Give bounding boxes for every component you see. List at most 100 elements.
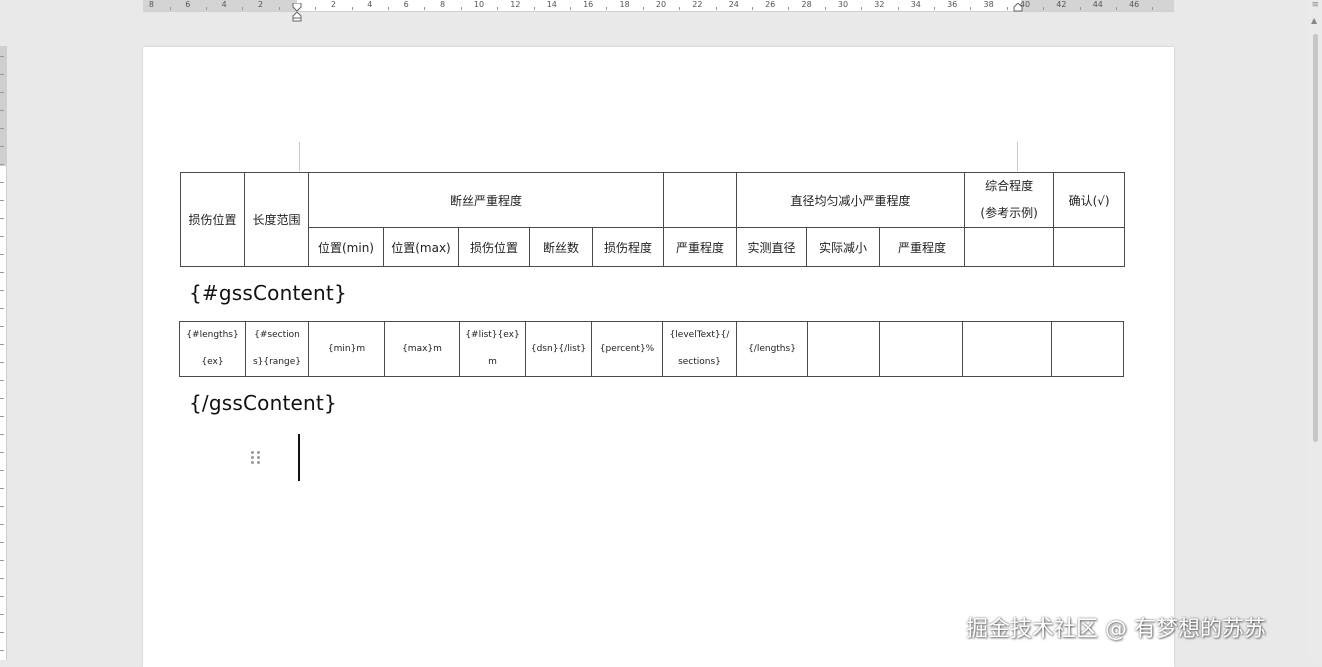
scroll-up-arrow-icon[interactable]: ▲	[1311, 16, 1317, 25]
header-length-range[interactable]: 长度范围	[244, 172, 309, 267]
header-sub-position-min[interactable]: 位置(min)	[308, 227, 384, 267]
header-sub-empty-1[interactable]	[964, 227, 1055, 267]
loop-close-tag[interactable]: {/gssContent}	[189, 391, 337, 415]
ruler-label: 20	[655, 0, 667, 9]
ruler-label: 18	[619, 0, 630, 9]
header-broken-wire-severity[interactable]: 断丝严重程度	[307, 172, 665, 228]
header-sub-position-max[interactable]: 位置(max)	[383, 227, 459, 267]
header-sub-actual-reduction[interactable]: 实际减小	[806, 227, 881, 267]
ruler-tick	[0, 344, 4, 345]
header-empty-cell[interactable]	[663, 172, 738, 228]
scroll-thumb[interactable]	[1313, 34, 1318, 442]
drag-handle-icon[interactable]	[250, 450, 262, 466]
ruler-label: 22	[692, 0, 703, 9]
data-cell-level-text[interactable]: {levelText}{/ sections}	[662, 321, 737, 377]
header-sub-severity[interactable]: 严重程度	[663, 227, 738, 267]
ruler-tick	[606, 7, 608, 10]
ruler-label: 8	[440, 0, 446, 9]
data-cell-min[interactable]: {min}m	[308, 321, 385, 377]
header-sub-severity-2[interactable]: 严重程度	[879, 227, 966, 267]
header-sub-measured-diameter[interactable]: 实测直径	[736, 227, 808, 267]
data-cell-list[interactable]: {#list}{ex} m	[459, 321, 526, 377]
data-cell-percent[interactable]: {percent}%	[591, 321, 663, 377]
data-cell-max[interactable]: {max}m	[384, 321, 460, 377]
ruler-tick	[934, 7, 935, 10]
ruler-label: 10	[473, 0, 485, 9]
ruler-label: 2	[330, 0, 336, 9]
ruler-top-margin	[0, 46, 6, 166]
ruler-label: 30	[837, 0, 849, 9]
ruler-tick	[0, 290, 4, 291]
data-cell-text: {ex}	[201, 357, 224, 367]
ruler-tick	[0, 488, 4, 489]
ruler-tick	[1116, 7, 1117, 10]
ruler-tick	[0, 596, 4, 597]
ruler-tick	[1006, 7, 1008, 10]
header-damage-position[interactable]: 损伤位置	[180, 172, 245, 267]
data-cell-empty[interactable]	[1051, 321, 1124, 377]
ruler-tick	[0, 254, 4, 255]
ruler-tick	[388, 7, 389, 10]
data-cell-text: {#list}{ex}	[465, 330, 520, 340]
data-cell-empty[interactable]	[962, 321, 1052, 377]
first-line-indent-marker[interactable]	[292, 3, 302, 12]
data-template-table[interactable]: {#lengths} {ex} {#section s}{range} {min}m…	[179, 321, 1124, 377]
ruler-tick	[0, 614, 4, 615]
margin-corner-mark-left	[299, 142, 300, 171]
ruler-tick	[460, 7, 462, 10]
loop-open-tag[interactable]: {#gssContent}	[189, 281, 347, 305]
ruler-tick	[0, 506, 4, 507]
ruler-tick	[0, 560, 4, 561]
ruler-label: 2	[258, 0, 264, 9]
ruler-left-margin	[143, 0, 297, 11]
ruler-tick	[278, 7, 280, 10]
ruler-tick	[0, 164, 4, 165]
data-cell-lengths[interactable]: {#lengths} {ex}	[179, 321, 246, 377]
ruler-label: 24	[728, 0, 739, 9]
header-overall-degree[interactable]: 综合程度 (参考示例)	[964, 172, 1055, 228]
header-table[interactable]: 损伤位置 长度范围 断丝严重程度 直径均匀减小严重程度 综合程度 (参考示例) …	[180, 172, 1126, 267]
ruler-tick	[533, 7, 535, 10]
header-confirm[interactable]: 确认(√)	[1053, 172, 1126, 228]
header-sub-empty-2[interactable]	[1053, 227, 1126, 267]
ruler-tick	[0, 92, 4, 93]
ruler-tick	[424, 7, 426, 10]
ruler-tick	[0, 146, 4, 147]
data-cell-empty[interactable]	[879, 321, 963, 377]
ruler-toggle-icon[interactable]: ≡	[1311, 0, 1319, 10]
document-page[interactable]: 损伤位置 长度范围 断丝严重程度 直径均匀减小严重程度 综合程度 (参考示例) …	[143, 47, 1174, 667]
ruler-tick	[169, 7, 171, 10]
ruler-label: 8	[148, 0, 154, 9]
vertical-scrollbar[interactable]: ≡ ▲	[1308, 0, 1322, 660]
ruler-label: 26	[765, 0, 776, 9]
data-cell-text: {#lengths}	[186, 330, 239, 340]
header-sub-damage-degree[interactable]: 损伤程度	[591, 227, 665, 267]
right-indent-marker[interactable]	[1013, 3, 1023, 12]
margin-corner-mark-right	[1017, 142, 1018, 171]
ruler-tick	[970, 7, 972, 10]
data-cell-text: {levelText}{/	[669, 330, 730, 340]
ruler-tick	[824, 7, 826, 10]
horizontal-ruler[interactable]: 8 6 4 2 2 4 6 8 10 12 14 16 18 20 22 24 26 28 30 32 34 36 38 40…	[143, 0, 1174, 22]
ruler-label: 38	[983, 0, 994, 9]
ruler-tick	[0, 452, 4, 453]
header-sub-broken-wire-count[interactable]: 断丝数	[529, 227, 593, 267]
ruler-label: 46	[1129, 0, 1140, 9]
data-cell-dsn[interactable]: {dsn}{/list}	[525, 321, 592, 377]
left-indent-marker[interactable]	[292, 12, 302, 22]
ruler-label: 34	[910, 0, 921, 9]
ruler-tick	[0, 236, 4, 237]
data-cell-lengths-close[interactable]: {/lengths}	[736, 321, 808, 377]
ruler-tick	[752, 7, 753, 10]
data-cell-empty[interactable]	[807, 321, 880, 377]
header-sub-damage-position[interactable]: 损伤位置	[458, 227, 530, 267]
overall-degree-line1: 综合程度	[985, 179, 1034, 193]
ruler-tick	[1043, 7, 1045, 10]
data-cell-text: sections}	[678, 357, 721, 367]
data-cell-sections[interactable]: {#section s}{range}	[245, 321, 309, 377]
ruler-tick	[0, 272, 4, 273]
vertical-ruler[interactable]	[0, 46, 7, 660]
ruler-tick	[0, 326, 4, 327]
header-diameter-severity[interactable]: 直径均匀减小严重程度	[736, 172, 966, 228]
ruler-label: 28	[801, 0, 812, 9]
